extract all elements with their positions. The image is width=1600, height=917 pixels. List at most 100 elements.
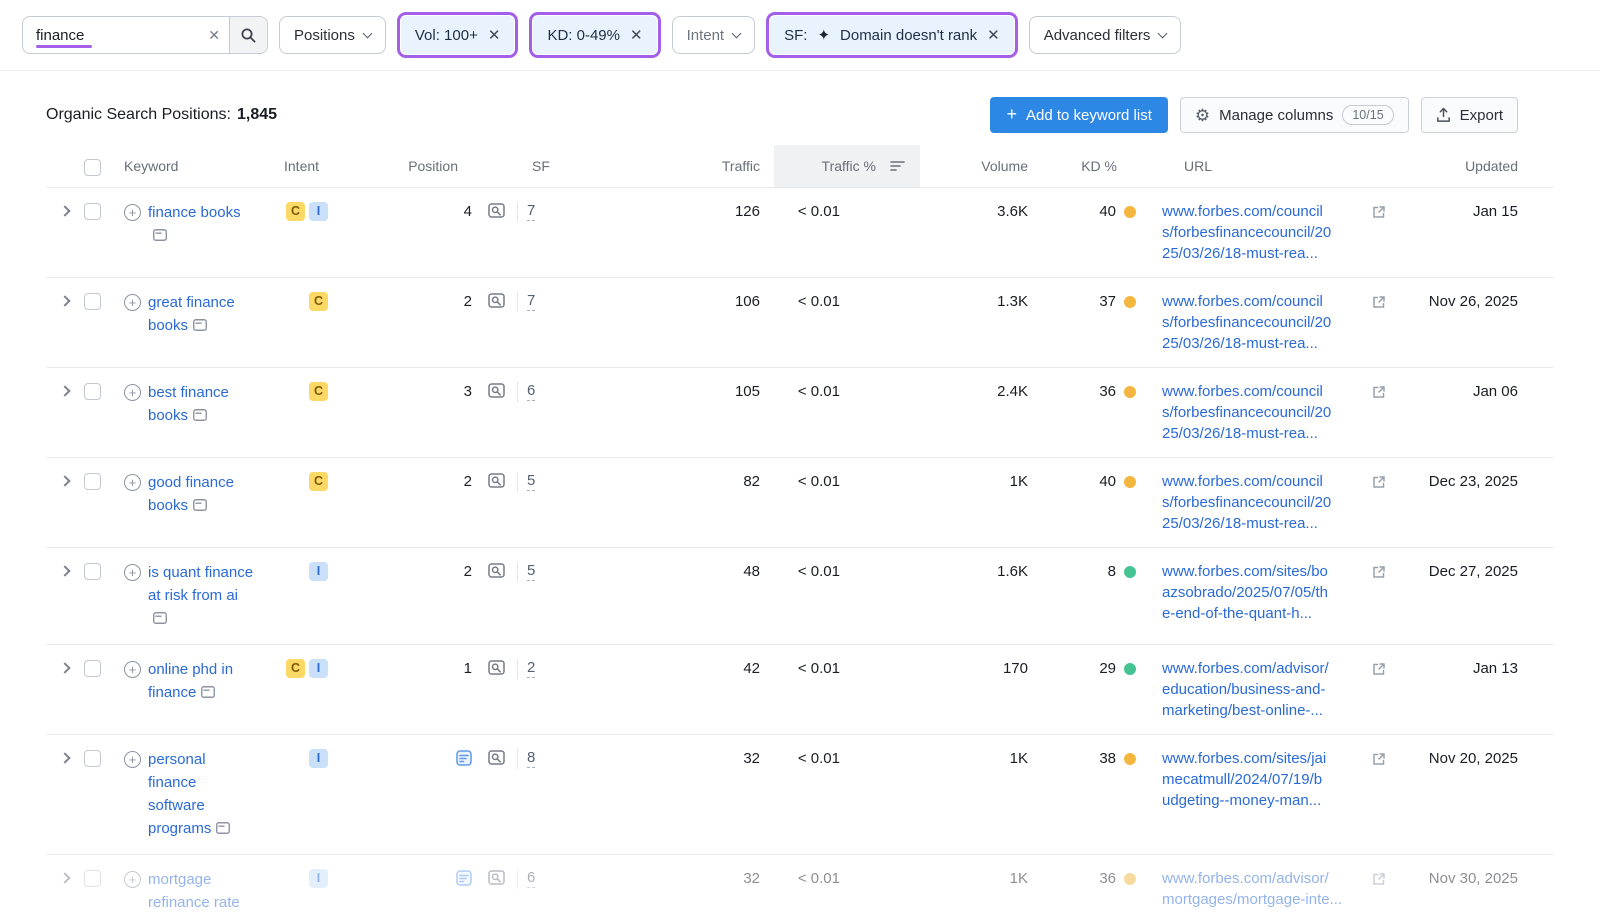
col-header-position[interactable]: Position xyxy=(370,145,488,187)
result-url[interactable]: azsobrado/2025/07/05/th xyxy=(1162,582,1374,603)
keyword-link[interactable]: finance books xyxy=(148,204,241,221)
featured-snippet-position-icon[interactable] xyxy=(456,750,472,772)
result-url[interactable]: www.forbes.com/advisor/ xyxy=(1162,658,1374,679)
sf-count-link[interactable]: 5 xyxy=(527,471,535,491)
sf-count-link[interactable]: 7 xyxy=(527,291,535,311)
col-header-kd[interactable]: KD % xyxy=(1050,145,1162,187)
sf-count-link[interactable]: 2 xyxy=(527,658,535,678)
col-header-keyword[interactable]: Keyword xyxy=(124,145,284,187)
search-button[interactable] xyxy=(229,17,267,53)
result-url[interactable]: 25/03/26/18-must-rea... xyxy=(1162,333,1374,354)
result-url[interactable]: www.forbes.com/council xyxy=(1162,471,1374,492)
remove-sf-filter-icon[interactable]: ✕ xyxy=(987,28,1000,43)
external-link-icon[interactable] xyxy=(1372,871,1386,892)
view-serp-icon[interactable] xyxy=(488,293,508,316)
result-url[interactable]: www.forbes.com/sites/jai xyxy=(1162,748,1374,769)
result-url[interactable]: s/forbesfinancecouncil/20 xyxy=(1162,222,1374,243)
sf-count-link[interactable]: 7 xyxy=(527,201,535,221)
kd-filter-chip[interactable]: KD: 0-49% ✕ xyxy=(533,16,656,54)
result-url[interactable]: s/forbesfinancecouncil/20 xyxy=(1162,492,1374,513)
external-link-icon[interactable] xyxy=(1372,661,1386,682)
view-serp-icon[interactable] xyxy=(488,383,508,406)
col-header-volume[interactable]: Volume xyxy=(920,145,1050,187)
sf-count-link[interactable]: 6 xyxy=(527,868,535,888)
result-url[interactable]: education/business-and- xyxy=(1162,679,1374,700)
advanced-filters-dropdown[interactable]: Advanced filters xyxy=(1029,16,1182,54)
view-serp-icon[interactable] xyxy=(488,563,508,586)
serp-card-icon[interactable] xyxy=(193,495,207,518)
export-button[interactable]: Export xyxy=(1421,97,1518,133)
positions-dropdown[interactable]: Positions xyxy=(279,16,386,54)
col-header-traffic[interactable]: Traffic xyxy=(638,145,774,187)
result-url[interactable]: 25/03/26/18-must-rea... xyxy=(1162,423,1374,444)
expand-row-chevron[interactable] xyxy=(59,385,70,396)
remove-kd-filter-icon[interactable]: ✕ xyxy=(630,28,643,43)
sf-count-link[interactable]: 8 xyxy=(527,748,535,768)
add-to-keyword-list-button[interactable]: + Add to keyword list xyxy=(990,97,1167,133)
col-header-sf[interactable]: SF xyxy=(488,145,638,187)
expand-row-chevron[interactable] xyxy=(59,565,70,576)
result-url[interactable]: www.forbes.com/council xyxy=(1162,201,1374,222)
result-url[interactable]: www.forbes.com/council xyxy=(1162,381,1374,402)
result-url[interactable]: udgeting--money-man... xyxy=(1162,790,1374,811)
external-link-icon[interactable] xyxy=(1372,751,1386,772)
external-link-icon[interactable] xyxy=(1372,204,1386,225)
serp-card-icon[interactable] xyxy=(153,225,167,248)
view-serp-icon[interactable] xyxy=(488,203,508,226)
row-checkbox[interactable] xyxy=(84,750,101,767)
col-header-traffic-pct[interactable]: Traffic % xyxy=(774,145,920,187)
add-keyword-icon[interactable]: + xyxy=(124,474,141,491)
keyword-link[interactable]: personal finance software programs xyxy=(148,751,211,837)
row-checkbox[interactable] xyxy=(84,293,101,310)
col-header-updated[interactable]: Updated xyxy=(1414,145,1554,187)
expand-row-chevron[interactable] xyxy=(59,662,70,673)
result-url[interactable]: www.forbes.com/council xyxy=(1162,291,1374,312)
row-checkbox[interactable] xyxy=(84,660,101,677)
row-checkbox[interactable] xyxy=(84,563,101,580)
result-url[interactable]: e-end-of-the-quant-h... xyxy=(1162,603,1374,624)
manage-columns-button[interactable]: ⚙ Manage columns 10/15 xyxy=(1180,97,1409,133)
keyword-link[interactable]: online phd in finance xyxy=(148,661,233,701)
row-checkbox[interactable] xyxy=(84,870,101,887)
add-keyword-icon[interactable]: + xyxy=(124,871,141,888)
result-url[interactable]: 25/03/26/18-must-rea... xyxy=(1162,513,1374,534)
col-header-intent[interactable]: Intent xyxy=(284,145,370,187)
keyword-link[interactable]: is quant finance at risk from ai xyxy=(148,564,253,604)
keyword-link[interactable]: best finance books xyxy=(148,384,229,424)
serp-card-icon[interactable] xyxy=(153,608,167,631)
intent-dropdown[interactable]: Intent xyxy=(672,16,756,54)
sf-count-link[interactable]: 5 xyxy=(527,561,535,581)
row-checkbox[interactable] xyxy=(84,203,101,220)
result-url[interactable]: mecatmull/2024/07/19/b xyxy=(1162,769,1374,790)
view-serp-icon[interactable] xyxy=(488,660,508,683)
result-url[interactable]: 25/03/26/18-must-rea... xyxy=(1162,243,1374,264)
external-link-icon[interactable] xyxy=(1372,474,1386,495)
result-url[interactable]: mortgages/mortgage-inte... xyxy=(1162,889,1374,910)
sf-count-link[interactable]: 6 xyxy=(527,381,535,401)
result-url[interactable]: www.forbes.com/sites/bo xyxy=(1162,561,1374,582)
expand-row-chevron[interactable] xyxy=(59,205,70,216)
view-serp-icon[interactable] xyxy=(488,870,508,893)
view-serp-icon[interactable] xyxy=(488,473,508,496)
search-input[interactable] xyxy=(23,27,229,44)
sf-filter-chip[interactable]: SF: ✦ Domain doesn't rank ✕ xyxy=(770,16,1014,54)
result-url[interactable]: marketing/best-online-... xyxy=(1162,700,1374,721)
external-link-icon[interactable] xyxy=(1372,384,1386,405)
select-all-checkbox[interactable] xyxy=(84,159,101,176)
external-link-icon[interactable] xyxy=(1372,294,1386,315)
external-link-icon[interactable] xyxy=(1372,564,1386,585)
view-serp-icon[interactable] xyxy=(488,750,508,773)
expand-row-chevron[interactable] xyxy=(59,295,70,306)
serp-card-icon[interactable] xyxy=(193,315,207,338)
row-checkbox[interactable] xyxy=(84,383,101,400)
serp-card-icon[interactable] xyxy=(216,818,230,841)
clear-search-icon[interactable]: ✕ xyxy=(208,28,220,42)
add-keyword-icon[interactable]: + xyxy=(124,661,141,678)
serp-card-icon[interactable] xyxy=(201,682,215,705)
result-url[interactable]: s/forbesfinancecouncil/20 xyxy=(1162,402,1374,423)
add-keyword-icon[interactable]: + xyxy=(124,204,141,221)
keyword-link[interactable]: mortgage refinance rate xyxy=(148,871,240,911)
expand-row-chevron[interactable] xyxy=(59,475,70,486)
col-header-url[interactable]: URL xyxy=(1162,145,1414,187)
result-url[interactable]: www.forbes.com/advisor/ xyxy=(1162,868,1374,889)
